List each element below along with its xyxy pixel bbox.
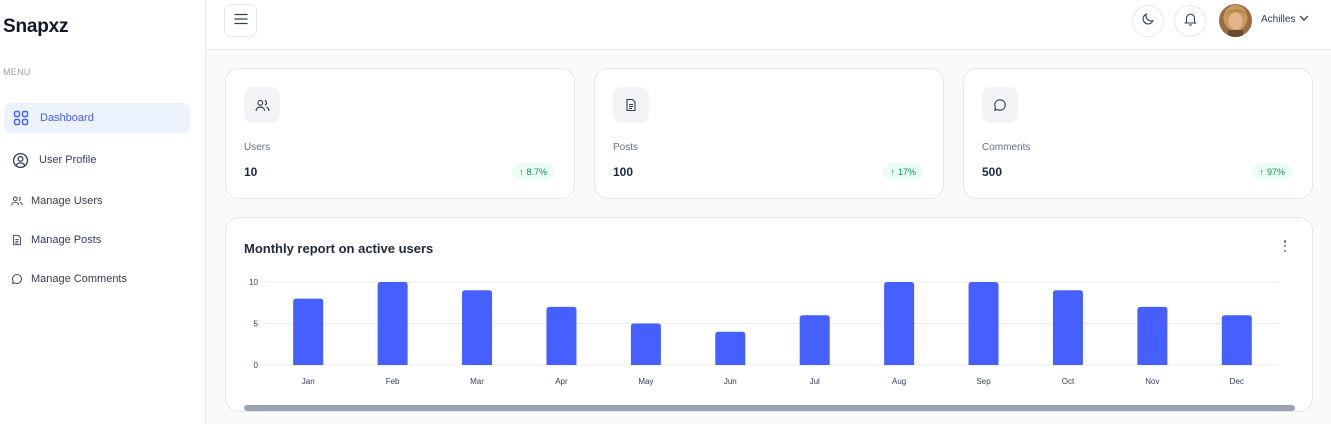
y-tick-label: 10 xyxy=(249,278,258,287)
stat-label: Users xyxy=(244,142,271,153)
chart-bar-apr[interactable] xyxy=(546,306,577,365)
y-tick-label: 0 xyxy=(254,361,259,370)
x-tick-label: Dec xyxy=(1230,377,1244,386)
x-tick-label: Jun xyxy=(724,377,737,386)
y-tick-label: 5 xyxy=(254,320,259,329)
arrow-up-icon: ↑ xyxy=(518,166,524,177)
sidebar-item-label: User Profile xyxy=(39,154,97,166)
arrow-up-icon: ↑ xyxy=(1259,166,1264,177)
bell-icon xyxy=(1183,12,1197,31)
status-badge: ↑ 17% xyxy=(883,163,923,180)
chart-bar-may[interactable] xyxy=(630,323,661,366)
stat-label: Posts xyxy=(613,142,639,153)
chart-bar-jul[interactable] xyxy=(799,315,830,365)
sidebar: Snapxz MENU Dashboard User Profile Manag… xyxy=(0,0,206,424)
stat-value: 500 xyxy=(982,165,1003,179)
stat-card-users: Users 10 ↑ 8.7% xyxy=(225,68,575,199)
notifications-button[interactable] xyxy=(1174,5,1206,37)
x-tick-label: Apr xyxy=(555,377,568,386)
document-icon xyxy=(613,87,649,123)
x-tick-label: Mar xyxy=(470,377,484,386)
sidebar-item-manage-comments[interactable]: Manage Comments xyxy=(4,269,190,289)
chart-bar-mar[interactable] xyxy=(462,290,493,365)
moon-icon xyxy=(1141,12,1155,31)
stat-card-comments: Comments 500 ↑ 97% xyxy=(963,68,1313,199)
comment-icon xyxy=(11,273,23,285)
chart-bar-oct[interactable] xyxy=(1052,290,1083,365)
theme-toggle-button[interactable] xyxy=(1132,5,1164,37)
sidebar-item-label: Manage Comments xyxy=(31,273,127,285)
users-icon xyxy=(244,87,280,123)
app-logo[interactable]: Snapxz xyxy=(3,16,69,38)
status-badge: ↑ 97% xyxy=(1252,163,1292,180)
chart-bar-feb[interactable] xyxy=(377,282,408,365)
menu-section-label: MENU xyxy=(3,67,31,77)
x-tick-label: May xyxy=(638,377,653,386)
bar-chart: 0 5 10 Jan Feb Mar Apr May Jun Jul Aug Sep Oct Nov Dec xyxy=(249,278,1279,386)
sidebar-item-label: Dashboard xyxy=(40,112,94,124)
menu-toggle-button[interactable] xyxy=(224,4,257,37)
chevron-down-icon xyxy=(1299,14,1309,25)
user-menu[interactable]: Achilles xyxy=(1261,14,1309,25)
sidebar-item-label: Manage Posts xyxy=(31,234,102,246)
stat-card-posts: Posts 100 ↑ 17% xyxy=(594,68,944,199)
badge-value: 97% xyxy=(1266,166,1285,177)
chart-bar-jan[interactable] xyxy=(293,298,324,365)
sidebar-item-user-profile[interactable]: User Profile xyxy=(4,146,190,174)
chart-bar-dec[interactable] xyxy=(1221,315,1252,365)
sidebar-item-dashboard[interactable]: Dashboard xyxy=(4,103,190,133)
x-tick-label: Feb xyxy=(386,377,400,386)
sidebar-item-manage-posts[interactable]: Manage Posts xyxy=(4,230,190,250)
sidebar-item-label: Manage Users xyxy=(31,195,103,207)
chart-scrollbar[interactable] xyxy=(244,405,1295,411)
user-circle-icon xyxy=(12,152,29,169)
stat-label: Comments xyxy=(982,142,1031,153)
badge-value: 17% xyxy=(897,166,916,177)
x-tick-label: Aug xyxy=(892,377,906,386)
document-icon xyxy=(11,234,23,246)
avatar[interactable] xyxy=(1219,4,1252,37)
chart-bar-nov[interactable] xyxy=(1137,306,1168,365)
x-tick-label: Jul xyxy=(810,377,820,386)
stat-value: 10 xyxy=(244,165,258,179)
sidebar-item-manage-users[interactable]: Manage Users xyxy=(4,191,190,211)
hamburger-icon xyxy=(233,12,248,30)
x-tick-label: Nov xyxy=(1145,377,1159,386)
top-header: Achilles xyxy=(206,0,1331,50)
x-tick-label: Oct xyxy=(1062,377,1075,386)
x-tick-label: Jan xyxy=(302,377,315,386)
badge-value: 8.7% xyxy=(526,166,547,177)
users-icon xyxy=(11,195,23,207)
chart-card: Monthly report on active users 0 5 10 Jan Fe… xyxy=(225,217,1313,412)
arrow-up-icon: ↑ xyxy=(890,166,895,177)
chart-bar-aug[interactable] xyxy=(884,282,915,365)
status-badge: ↑ 8.7% xyxy=(511,163,554,180)
chart-bar-sep[interactable] xyxy=(968,282,999,365)
x-tick-label: Sep xyxy=(976,377,991,386)
grid-icon xyxy=(13,110,29,126)
stat-value: 100 xyxy=(613,165,634,179)
chart-bar-jun[interactable] xyxy=(715,331,746,365)
user-name: Achilles xyxy=(1261,14,1296,25)
comment-icon xyxy=(982,87,1018,123)
